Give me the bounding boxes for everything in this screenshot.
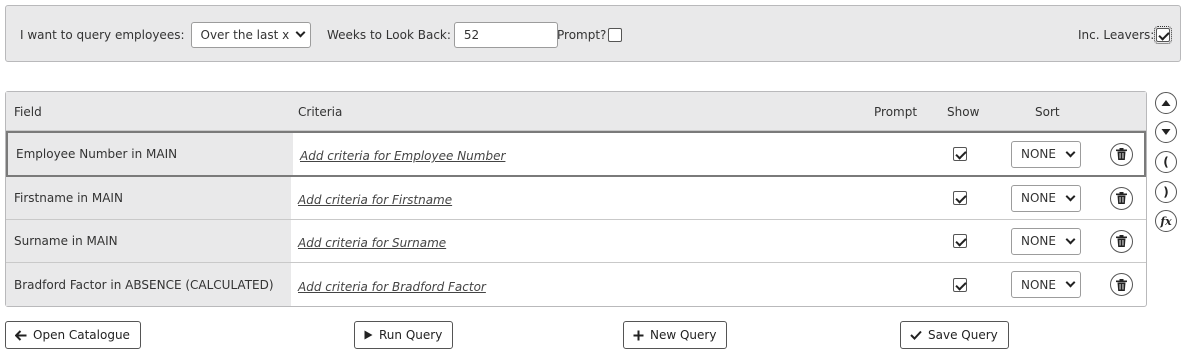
trash-icon [1116,148,1127,160]
run-query-button[interactable]: Run Query [354,321,454,349]
field-name: Surname in MAIN [6,220,291,262]
delete-row-button[interactable] [1110,186,1133,210]
add-criteria-link[interactable]: Add criteria for Employee Number [300,149,505,163]
open-catalogue-button[interactable]: Open Catalogue [5,321,141,349]
include-leavers-label: Inc. Leavers: [1078,27,1155,42]
show-checkbox[interactable] [953,277,967,292]
sort-cell: NONE [1011,263,1081,306]
query-period-select[interactable]: Over the last x weeks [190,21,311,48]
header-sort: Sort [1035,104,1060,119]
chevron-down-icon [295,27,305,38]
criteria-cell: Add criteria for Firstname [298,177,452,219]
sort-select[interactable]: NONE [1011,184,1081,212]
table-row[interactable]: Surname in MAIN Add criteria for Surname… [6,220,1146,263]
table-row[interactable]: Employee Number in MAIN Add criteria for… [6,131,1146,177]
weeks-label: Weeks to Look Back: [327,27,451,42]
chevron-down-icon [1065,277,1076,288]
field-name: Bradford Factor in ABSENCE (CALCULATED) [6,263,291,306]
open-parenthesis-label: ( [1163,155,1169,169]
open-catalogue-label: Open Catalogue [33,328,130,342]
delete-row-button[interactable] [1110,273,1133,296]
sort-select[interactable]: NONE [1011,271,1081,298]
criteria-cell: Add criteria for Surname [298,220,446,262]
save-query-button[interactable]: Save Query [900,321,1009,349]
query-employees-group: I want to query employees: Over the last… [20,6,311,63]
leavers-group: Inc. Leavers: [1078,6,1173,63]
function-button[interactable]: fx [1155,210,1177,232]
chevron-down-icon [1065,191,1076,201]
query-fields-grid: Field Criteria Prompt Show Sort Employee… [5,91,1147,307]
move-up-button[interactable] [1155,92,1177,114]
delete-cell [1110,220,1133,262]
move-up-icon [1161,100,1171,106]
criteria-cell: Add criteria for Bradford Factor [298,263,486,306]
weeks-input[interactable]: 52 [453,21,558,48]
arrow-left-icon [15,329,27,341]
sort-select[interactable]: NONE [1011,140,1081,168]
query-employees-label: I want to query employees: [20,27,185,42]
sort-value: NONE [1021,147,1056,161]
show-checkbox[interactable] [953,234,967,248]
table-row[interactable]: Bradford Factor in ABSENCE (CALCULATED) … [6,263,1146,306]
sort-cell: NONE [1011,220,1081,262]
play-icon [364,330,373,340]
delete-cell [1110,133,1133,175]
prompt-label: Prompt? [557,27,607,42]
check-icon [910,330,922,340]
chevron-down-icon [1065,234,1076,244]
criteria-cell: Add criteria for Employee Number [300,133,505,175]
show-cell [953,177,967,219]
prompt-checkbox[interactable] [608,27,623,42]
close-parenthesis-button[interactable]: ) [1155,181,1177,203]
weeks-group: Weeks to Look Back: 52 [327,6,558,63]
sort-value: NONE [1021,277,1056,292]
include-leavers-checkbox[interactable] [1154,25,1173,44]
table-row[interactable]: Firstname in MAIN Add criteria for First… [6,177,1146,220]
trash-icon [1116,192,1127,204]
weeks-input-value: 52 [463,27,480,42]
trash-icon [1116,235,1127,247]
move-down-button[interactable] [1155,121,1177,143]
save-query-label: Save Query [928,328,998,342]
add-criteria-link[interactable]: Add criteria for Firstname [298,193,452,207]
field-name: Employee Number in MAIN [8,133,293,175]
sort-cell: NONE [1011,133,1081,175]
new-query-label: New Query [650,328,717,342]
show-checkbox[interactable] [953,191,967,205]
add-criteria-link[interactable]: Add criteria for Surname [298,236,446,250]
delete-cell [1110,177,1133,219]
show-cell [953,220,967,262]
query-filter-bar: I want to query employees: Over the last… [5,5,1181,62]
delete-row-button[interactable] [1110,229,1133,253]
open-parenthesis-button[interactable]: ( [1155,151,1177,173]
delete-cell [1110,263,1133,306]
header-criteria: Criteria [298,104,343,119]
chevron-down-icon [1065,147,1076,157]
close-parenthesis-label: ) [1163,185,1169,199]
query-period-value: Over the last x weeks [200,27,291,42]
sort-value: NONE [1021,234,1056,248]
sort-value: NONE [1021,191,1056,205]
function-icon: fx [1160,214,1172,228]
run-query-label: Run Query [379,328,443,342]
delete-row-button[interactable] [1110,142,1133,166]
trash-icon [1116,278,1127,291]
new-query-button[interactable]: New Query [623,321,728,349]
show-cell [953,263,967,306]
prompt-group: Prompt? [557,6,623,63]
header-show: Show [947,104,980,119]
move-down-icon [1161,129,1171,135]
grid-header: Field Criteria Prompt Show Sort [6,92,1146,131]
sort-select[interactable]: NONE [1011,227,1081,255]
header-prompt: Prompt [874,104,918,119]
show-cell [953,133,967,175]
add-criteria-link[interactable]: Add criteria for Bradford Factor [298,280,486,294]
sort-cell: NONE [1011,177,1081,219]
plus-icon [633,330,644,341]
header-field: Field [14,104,42,119]
field-name: Firstname in MAIN [6,177,291,219]
show-checkbox[interactable] [953,147,967,161]
